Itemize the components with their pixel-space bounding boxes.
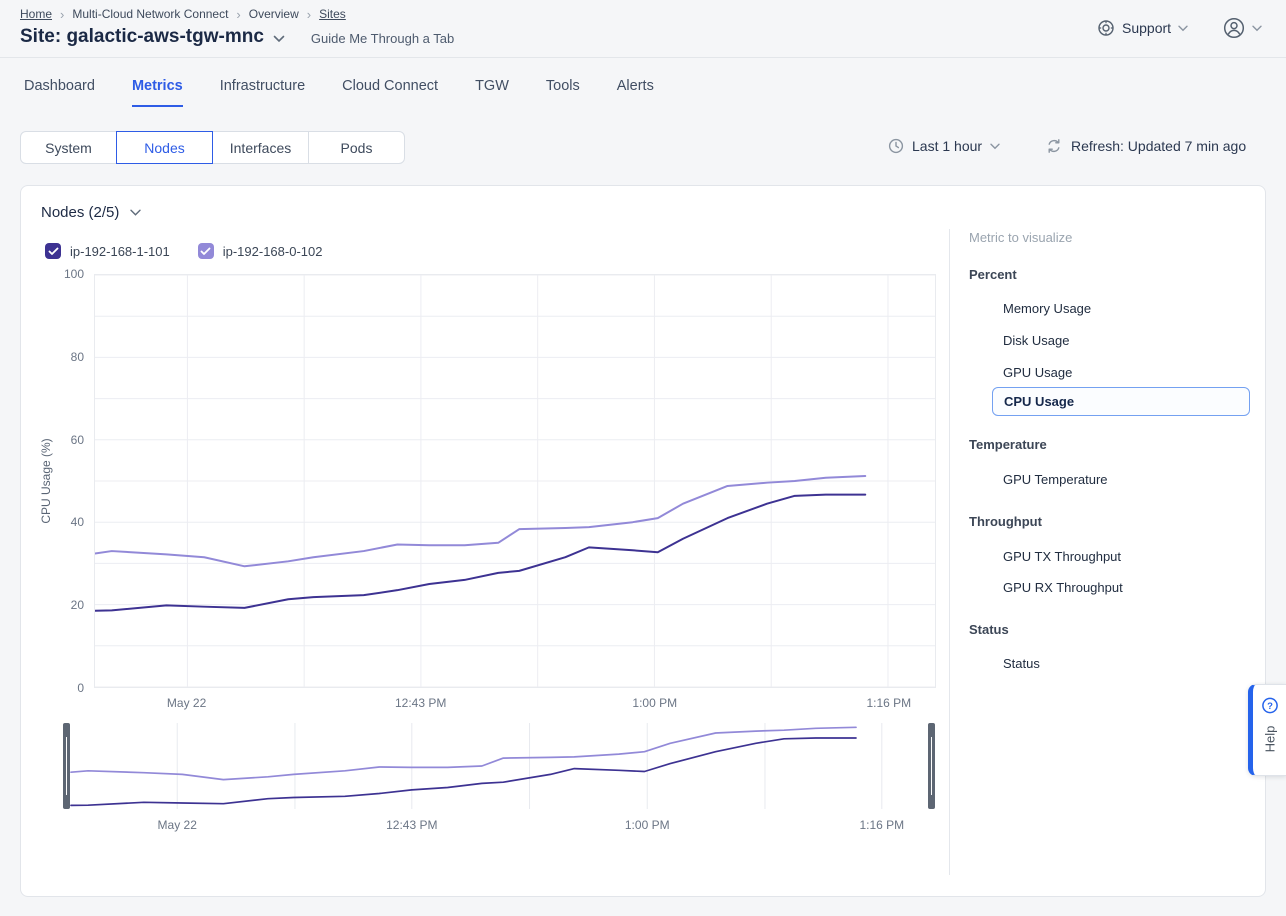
refresh-status-label: Refresh: Updated 7 min ago [1071, 138, 1246, 154]
x-tick-label: May 22 [167, 696, 206, 710]
metric-item-gpu-temperature[interactable]: GPU Temperature [1003, 472, 1108, 487]
support-label: Support [1122, 20, 1171, 36]
tab-infrastructure[interactable]: Infrastructure [220, 78, 305, 107]
tab-bar: Dashboard Metrics Infrastructure Cloud C… [24, 78, 654, 107]
subtab-pods[interactable]: Pods [308, 131, 405, 164]
mini-x-tick-label: 1:16 PM [859, 818, 904, 832]
x-axis-ticks: May 22 12:43 PM 1:00 PM 1:16 PM [94, 696, 936, 712]
breadcrumb-mcnc: Multi-Cloud Network Connect [72, 7, 228, 21]
metric-scope-switcher: System Nodes Interfaces Pods [20, 131, 405, 164]
support-chevron-down-icon [1178, 25, 1188, 32]
chart-legend: ip-192-168-1-101 ip-192-168-0-102 [45, 243, 322, 259]
metric-group-throughput: Throughput [969, 514, 1042, 529]
metric-item-gpu-usage[interactable]: GPU Usage [1003, 365, 1072, 380]
tab-tools[interactable]: Tools [546, 78, 580, 107]
nodes-panel-title: Nodes (2/5) [41, 204, 119, 221]
y-tick-label: 80 [71, 350, 84, 364]
breadcrumb-separator-icon: › [236, 8, 240, 21]
legend-item: ip-192-168-1-101 [45, 243, 170, 259]
metric-group-status: Status [969, 622, 1009, 637]
mini-chart-svg [63, 723, 935, 809]
tab-dashboard[interactable]: Dashboard [24, 78, 95, 107]
svg-text:?: ? [1267, 701, 1273, 712]
metric-item-status[interactable]: Status [1003, 656, 1040, 671]
subtab-nodes[interactable]: Nodes [116, 131, 213, 164]
main-chart-svg [95, 275, 935, 687]
time-range-chevron-down-icon [990, 143, 1000, 150]
refresh-icon [1046, 138, 1062, 154]
y-tick-label: 60 [71, 433, 84, 447]
help-tab[interactable]: ? Help [1248, 684, 1286, 776]
breadcrumb-sites[interactable]: Sites [319, 7, 346, 21]
metric-item-cpu-usage-selected[interactable]: CPU Usage [992, 387, 1250, 416]
refresh-button[interactable]: Refresh: Updated 7 min ago [1046, 138, 1246, 154]
chart-brush-navigator[interactable] [63, 723, 935, 809]
mini-x-tick-label: 12:43 PM [386, 818, 437, 832]
time-range-dropdown[interactable]: Last 1 hour [888, 138, 1000, 154]
x-tick-label: 1:00 PM [632, 696, 677, 710]
panel-chevron-down-icon [130, 209, 141, 216]
y-axis-ticks: 020406080100 [21, 274, 84, 688]
y-tick-label: 100 [64, 267, 84, 281]
support-icon [1097, 19, 1115, 37]
mini-series-line-1 [71, 727, 856, 779]
checkmark-icon [48, 247, 59, 256]
time-range-label: Last 1 hour [912, 138, 982, 154]
brush-handle-left[interactable] [63, 723, 70, 809]
tab-cloud-connect[interactable]: Cloud Connect [342, 78, 438, 107]
breadcrumb: Home › Multi-Cloud Network Connect › Ove… [20, 7, 346, 21]
metric-group-temperature: Temperature [969, 437, 1047, 452]
page-title: Site: galactic-aws-tgw-mnc [20, 26, 264, 48]
title-row: Site: galactic-aws-tgw-mnc Guide Me Thro… [20, 26, 454, 48]
y-tick-label: 0 [77, 681, 84, 695]
account-chevron-down-icon [1252, 25, 1262, 32]
mini-x-axis-ticks: May 22 12:43 PM 1:00 PM 1:16 PM [63, 818, 935, 834]
metric-item-memory-usage[interactable]: Memory Usage [1003, 301, 1091, 316]
account-menu[interactable] [1222, 16, 1262, 40]
help-label: Help [1262, 726, 1277, 753]
nodes-panel-header[interactable]: Nodes (2/5) [41, 204, 141, 221]
legend-checkbox-0[interactable] [45, 243, 61, 259]
subtab-interfaces[interactable]: Interfaces [212, 131, 309, 164]
guide-me-link[interactable]: Guide Me Through a Tab [311, 31, 454, 46]
breadcrumb-separator-icon: › [307, 8, 311, 21]
brush-handle-right[interactable] [928, 723, 935, 809]
help-question-icon: ? [1261, 697, 1278, 714]
breadcrumb-home[interactable]: Home [20, 7, 52, 21]
subtab-system[interactable]: System [20, 131, 117, 164]
legend-item: ip-192-168-0-102 [198, 243, 323, 259]
tab-metrics[interactable]: Metrics [132, 78, 183, 107]
metric-group-percent: Percent [969, 267, 1017, 282]
y-tick-label: 20 [71, 598, 84, 612]
breadcrumb-separator-icon: › [60, 8, 64, 21]
tab-tgw[interactable]: TGW [475, 78, 509, 107]
metric-item-gpu-rx-throughput[interactable]: GPU RX Throughput [1003, 580, 1123, 595]
x-tick-label: 1:16 PM [866, 696, 911, 710]
legend-label: ip-192-168-0-102 [223, 244, 323, 259]
legend-checkbox-1[interactable] [198, 243, 214, 259]
metric-item-disk-usage[interactable]: Disk Usage [1003, 333, 1069, 348]
metric-item-gpu-tx-throughput[interactable]: GPU TX Throughput [1003, 549, 1121, 564]
y-tick-label: 40 [71, 515, 84, 529]
checkmark-icon [200, 247, 211, 256]
header-divider [0, 57, 1286, 58]
user-avatar-icon [1222, 16, 1246, 40]
nodes-metrics-card: Nodes (2/5) ip-192-168-1-101 ip-192-168-… [20, 185, 1266, 897]
clock-icon [888, 138, 904, 154]
mini-x-tick-label: May 22 [158, 818, 197, 832]
mini-series-line-0 [71, 738, 856, 805]
x-tick-label: 12:43 PM [395, 696, 446, 710]
page: Home › Multi-Cloud Network Connect › Ove… [0, 0, 1286, 916]
series-line-0 [95, 495, 865, 611]
mini-x-tick-label: 1:00 PM [625, 818, 670, 832]
breadcrumb-overview: Overview [249, 7, 299, 21]
series-line-1 [95, 476, 865, 566]
cpu-usage-chart[interactable] [94, 274, 936, 688]
sidebar-divider [949, 229, 950, 875]
support-menu[interactable]: Support [1097, 19, 1188, 37]
metric-sidebar-title: Metric to visualize [969, 230, 1072, 245]
site-chevron-down-icon[interactable] [273, 35, 285, 43]
legend-label: ip-192-168-1-101 [70, 244, 170, 259]
tab-alerts[interactable]: Alerts [617, 78, 654, 107]
